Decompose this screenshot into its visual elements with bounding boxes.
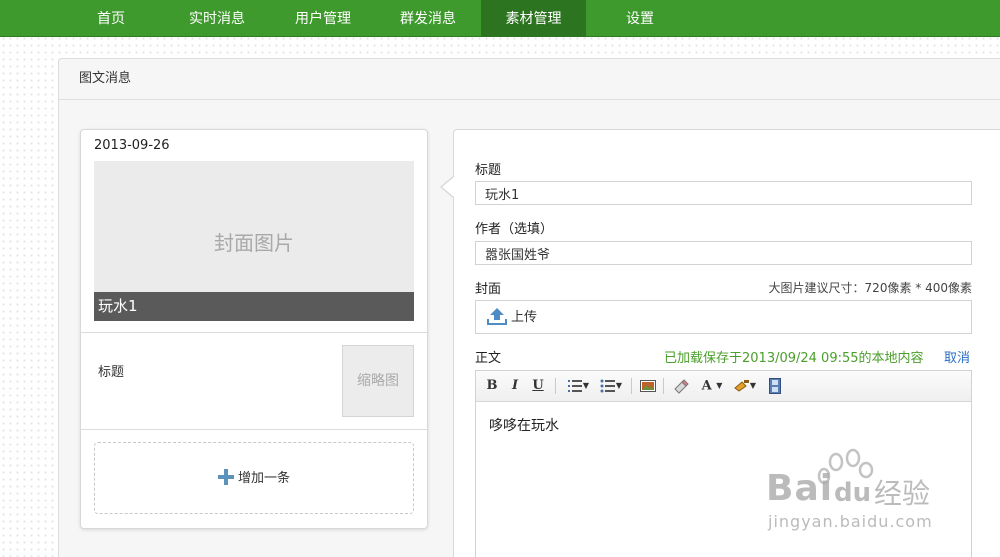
- title-label: 标题: [475, 163, 502, 178]
- bold-button[interactable]: B: [484, 376, 500, 396]
- title-input[interactable]: [475, 181, 972, 205]
- highlight-button[interactable]: ▼: [730, 376, 760, 396]
- author-input[interactable]: [475, 241, 972, 265]
- cover-label: 封面: [475, 282, 502, 297]
- toolbar-separator: [631, 378, 632, 394]
- editor-content[interactable]: 哆哆在玩水: [489, 415, 559, 435]
- caret-down-icon: ▼: [615, 381, 623, 390]
- upload-button[interactable]: 上传: [486, 306, 537, 330]
- add-item-button[interactable]: 增加一条: [94, 442, 414, 514]
- author-label: 作者（选填）: [475, 222, 554, 237]
- upload-icon: [487, 308, 507, 325]
- watermark: Bai du 经验 jingyan.baidu.com: [762, 448, 962, 543]
- watermark-brand-cn: 经验: [874, 477, 931, 510]
- watermark-url: jingyan.baidu.com: [768, 512, 933, 531]
- panel-title: 图文消息: [59, 59, 1000, 100]
- cover-size-hint: 大图片建议尺寸：720像素 * 400像素: [768, 281, 972, 295]
- ordered-list-button[interactable]: ▼: [563, 376, 593, 396]
- eraser-icon: [674, 378, 689, 394]
- nav-user-management[interactable]: 用户管理: [278, 0, 368, 37]
- divider: [81, 332, 427, 333]
- body-label: 正文: [475, 351, 502, 366]
- unordered-list-button[interactable]: ▼: [596, 376, 626, 396]
- caret-down-icon: ▼: [582, 381, 590, 390]
- top-nav: 首页 实时消息 用户管理 群发消息 素材管理 设置: [0, 0, 1000, 37]
- divider: [81, 429, 427, 430]
- toolbar-separator: [663, 378, 664, 394]
- add-item-label: 增加一条: [237, 471, 290, 486]
- panel-pointer-inner: [442, 177, 454, 197]
- caret-down-icon: ▼: [749, 381, 757, 390]
- plus-icon: [217, 469, 234, 485]
- saved-draft-notice: 已加载保存于2013/09/24 09:55的本地内容: [664, 351, 924, 366]
- unordered-list-icon: [600, 379, 615, 393]
- insert-video-button[interactable]: [765, 376, 785, 396]
- image-icon: [640, 379, 656, 392]
- font-color-button[interactable]: A ▼: [698, 376, 726, 396]
- preview-date: 2013-09-26: [94, 138, 170, 153]
- watermark-brand: Bai: [766, 468, 834, 509]
- nav-material-management[interactable]: 素材管理: [481, 0, 586, 37]
- editor-toolbar: B I U ▼ ▼ A ▼ ▼: [476, 371, 971, 402]
- nav-settings[interactable]: 设置: [600, 0, 680, 37]
- eraser-button[interactable]: [671, 376, 691, 396]
- toolbar-separator: [555, 378, 556, 394]
- nav-home[interactable]: 首页: [70, 0, 152, 37]
- film-icon: [769, 377, 781, 394]
- cover-image-area[interactable]: 封面图片 玩水1: [94, 161, 414, 321]
- cover-upload-box: 上传: [475, 300, 972, 334]
- cover-title: 玩水1: [94, 292, 414, 321]
- watermark-brand-du: du: [834, 478, 872, 508]
- upload-label: 上传: [511, 310, 538, 325]
- caret-down-icon: ▼: [716, 381, 723, 390]
- highlighter-icon: [734, 380, 749, 392]
- font-color-label: A: [701, 378, 712, 394]
- underline-button[interactable]: U: [530, 376, 546, 396]
- cover-placeholder: 封面图片: [214, 231, 294, 255]
- thumbnail-placeholder[interactable]: 缩略图: [342, 345, 414, 417]
- nav-realtime-messages[interactable]: 实时消息: [172, 0, 262, 37]
- italic-button[interactable]: I: [507, 376, 523, 396]
- sub-article-title[interactable]: 标题: [98, 361, 124, 380]
- insert-image-button[interactable]: [638, 376, 658, 396]
- cancel-restore-link[interactable]: 取消: [944, 347, 970, 366]
- ordered-list-icon: [567, 380, 582, 392]
- nav-mass-messages[interactable]: 群发消息: [383, 0, 473, 37]
- article-preview-card: 2013-09-26 封面图片 玩水1 标题 缩略图 增加一条: [80, 129, 428, 529]
